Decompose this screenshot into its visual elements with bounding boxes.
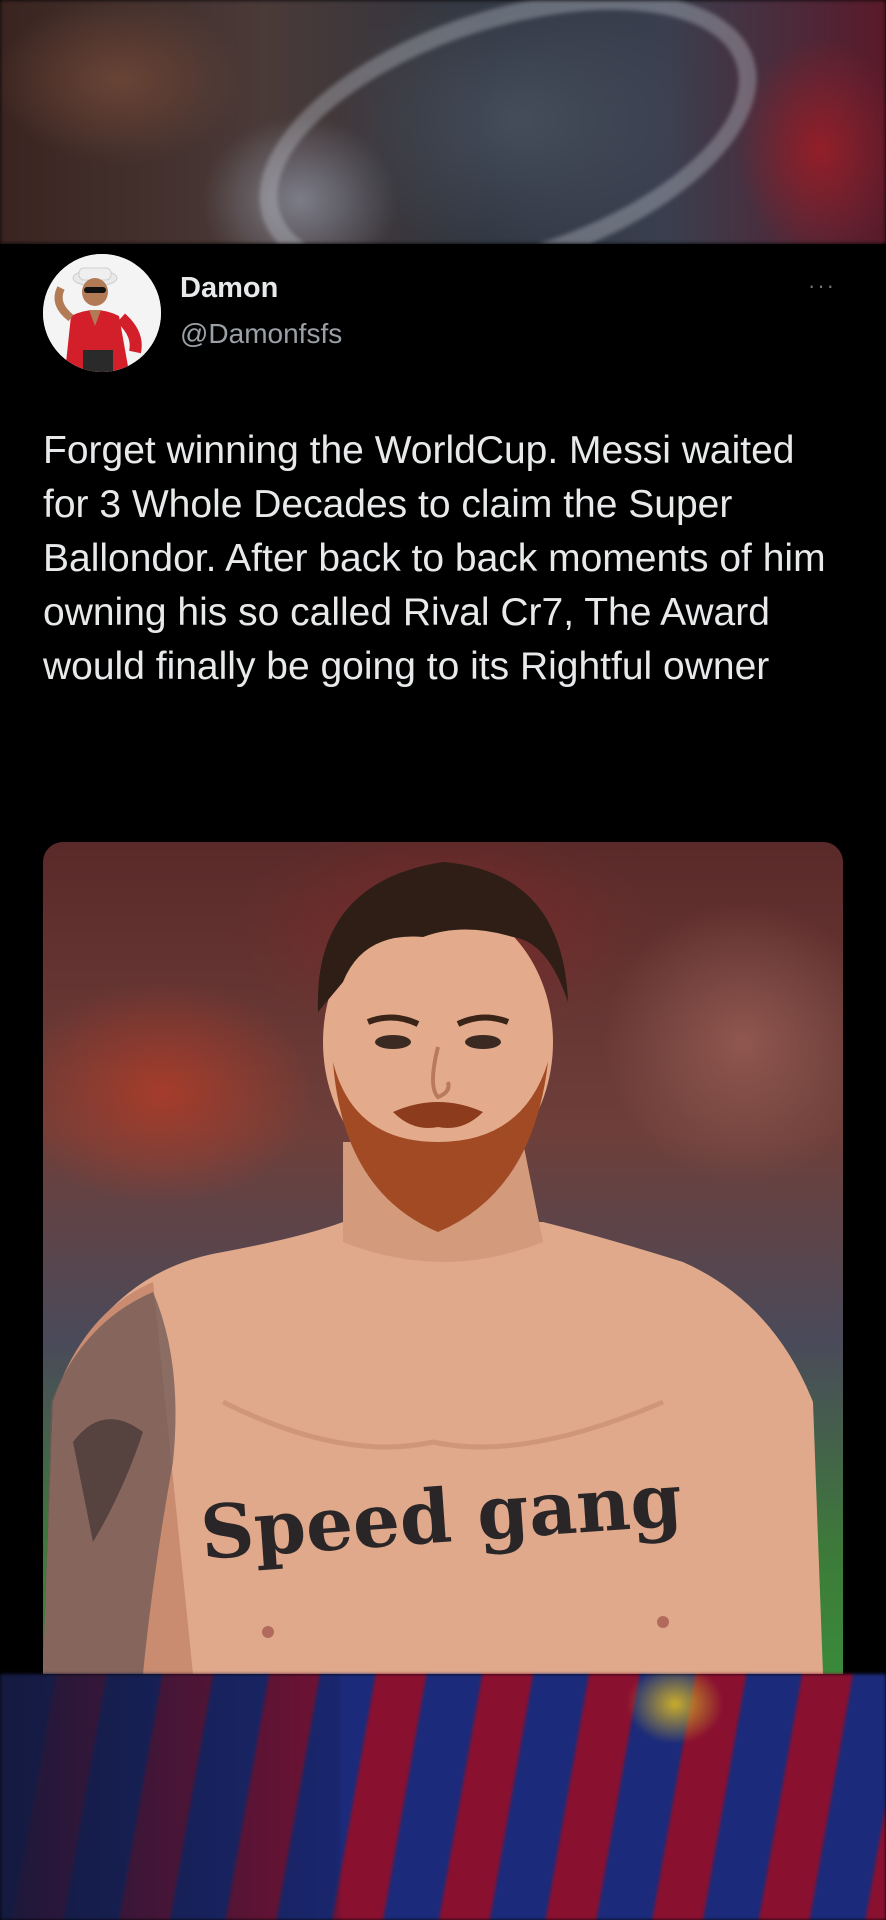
ellipsis-icon: ··· (808, 273, 836, 298)
player-photo: Speed gang (43, 862, 823, 1674)
background-photo-top (0, 0, 886, 244)
tweet-media-photo[interactable]: Speed gang (43, 842, 843, 1674)
background-trophy-shine (223, 0, 793, 244)
background-shade (0, 1674, 340, 1920)
background-photo-bottom (0, 1674, 886, 1920)
author-handle[interactable]: @Damonfsfs (180, 318, 342, 350)
tweet-text: Forget winning the WorldCup. Messi waite… (43, 429, 826, 688)
avatar-photo-icon (43, 254, 161, 372)
author-display-name[interactable]: Damon (180, 272, 278, 305)
tweet-card[interactable]: Damon @Damonfsfs ··· Forget winning the … (0, 244, 886, 1674)
avatar[interactable] (43, 254, 161, 372)
more-options-button[interactable]: ··· (800, 273, 844, 298)
